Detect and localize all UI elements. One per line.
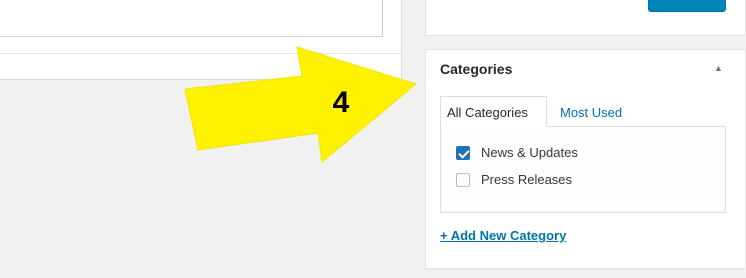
- arrow-shape-icon: [184, 46, 418, 163]
- step-number: 4: [333, 86, 350, 119]
- tab-all-categories-label: All Categories: [447, 105, 528, 120]
- tab-all-categories[interactable]: All Categories: [440, 96, 547, 127]
- annotation-arrow: 4: [184, 46, 418, 163]
